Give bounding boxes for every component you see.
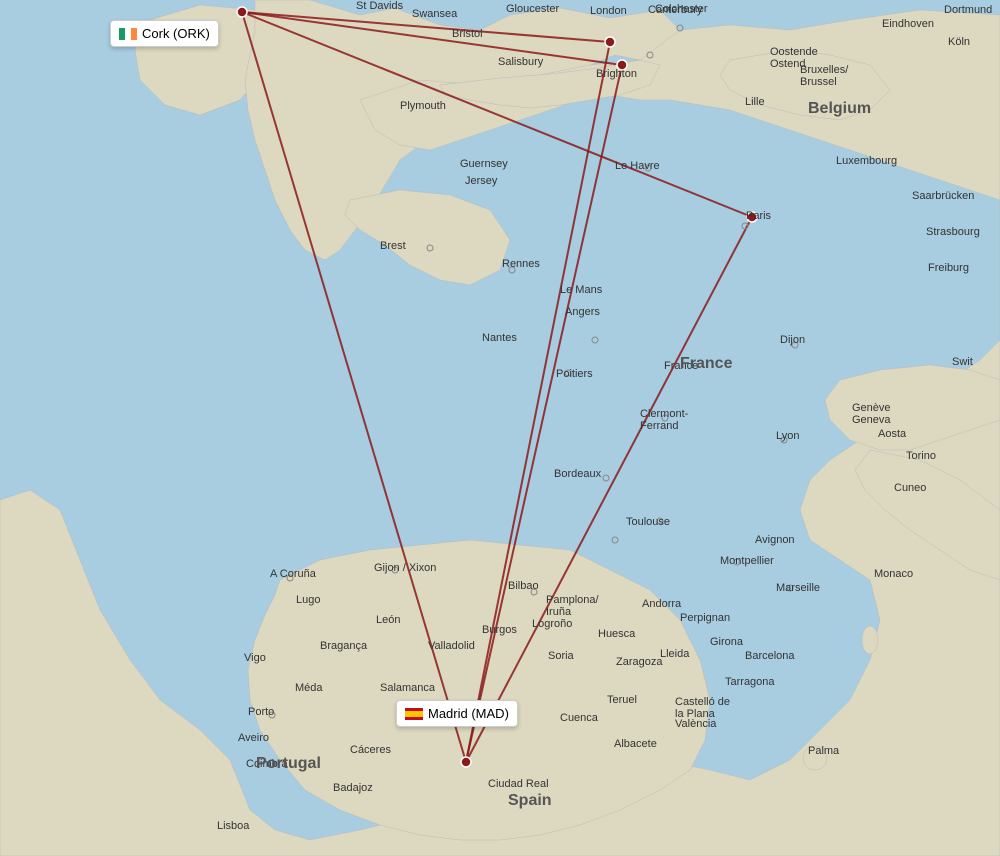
map-container: Canterbury London Brighton St Davids Swa…	[0, 0, 1000, 856]
map-background	[0, 0, 1000, 856]
spain-flag	[405, 708, 423, 720]
cork-airport-text: Cork (ORK)	[142, 26, 210, 41]
madrid-airport-text: Madrid (MAD)	[428, 706, 509, 721]
madrid-airport-label: Madrid (MAD)	[396, 700, 518, 727]
cork-airport-label: Cork (ORK)	[110, 20, 219, 47]
ireland-flag	[119, 28, 137, 40]
